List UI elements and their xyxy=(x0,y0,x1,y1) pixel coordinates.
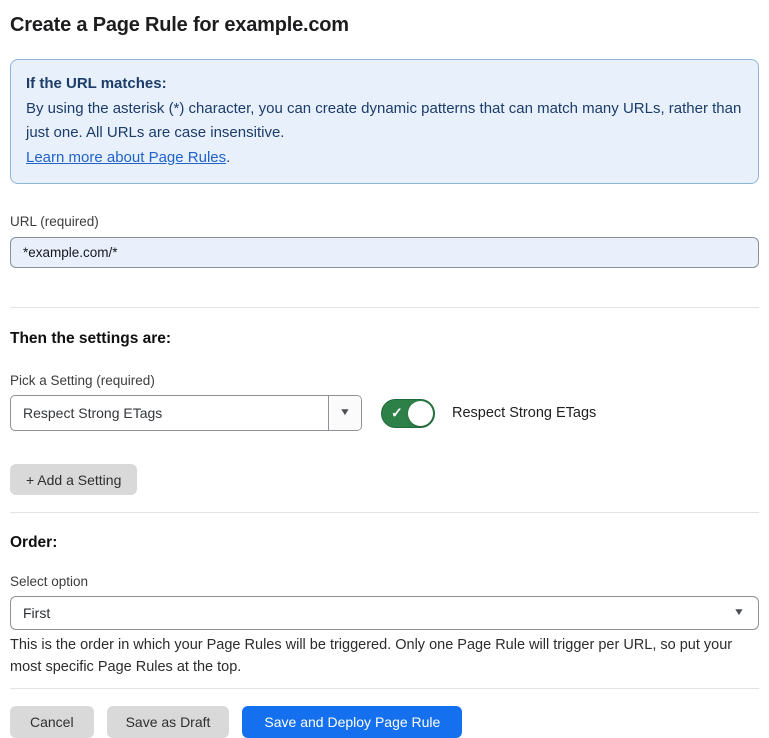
info-box-body: By using the asterisk (*) character, you… xyxy=(26,97,743,146)
caret-down-icon: ▼ xyxy=(733,608,745,618)
info-box-heading: If the URL matches: xyxy=(26,72,743,97)
check-icon: ✓ xyxy=(391,406,403,420)
footer-actions: Cancel Save as Draft Save and Deploy Pag… xyxy=(10,706,759,738)
setting-select-arrow-button[interactable]: ▼ xyxy=(328,396,361,430)
url-input[interactable] xyxy=(10,237,759,268)
info-box-link-line: Learn more about Page Rules. xyxy=(26,146,743,171)
divider xyxy=(10,688,759,689)
order-select[interactable]: First ▼ xyxy=(10,596,759,630)
divider xyxy=(10,307,759,308)
page-rule-form: Create a Page Rule for example.com If th… xyxy=(0,0,769,738)
setting-select-value: Respect Strong ETags xyxy=(11,396,328,430)
etags-toggle-group: ✓ Respect Strong ETags xyxy=(381,399,596,428)
learn-more-link[interactable]: Learn more about Page Rules xyxy=(26,149,226,166)
order-help-text: This is the order in which your Page Rul… xyxy=(10,635,758,678)
order-select-value: First xyxy=(23,605,50,621)
page-title: Create a Page Rule for example.com xyxy=(10,12,759,38)
toggle-knob xyxy=(408,401,433,426)
setting-select[interactable]: Respect Strong ETags ▼ xyxy=(10,395,362,431)
divider xyxy=(10,512,759,513)
order-select-label: Select option xyxy=(10,574,759,590)
settings-section-heading: Then the settings are: xyxy=(10,329,759,348)
setting-row: Respect Strong ETags ▼ ✓ Respect Strong … xyxy=(10,395,759,431)
etags-toggle-label: Respect Strong ETags xyxy=(452,405,596,421)
save-deploy-button[interactable]: Save and Deploy Page Rule xyxy=(242,706,462,738)
url-field-label: URL (required) xyxy=(10,214,759,230)
order-section-heading: Order: xyxy=(10,533,759,552)
link-suffix: . xyxy=(226,149,230,166)
etags-toggle[interactable]: ✓ xyxy=(381,399,435,428)
caret-down-icon: ▼ xyxy=(339,408,351,418)
cancel-button[interactable]: Cancel xyxy=(10,706,94,738)
pick-setting-label: Pick a Setting (required) xyxy=(10,373,759,389)
add-setting-button[interactable]: + Add a Setting xyxy=(10,464,137,495)
save-draft-button[interactable]: Save as Draft xyxy=(107,706,230,738)
url-match-info-box: If the URL matches: By using the asteris… xyxy=(10,59,759,184)
